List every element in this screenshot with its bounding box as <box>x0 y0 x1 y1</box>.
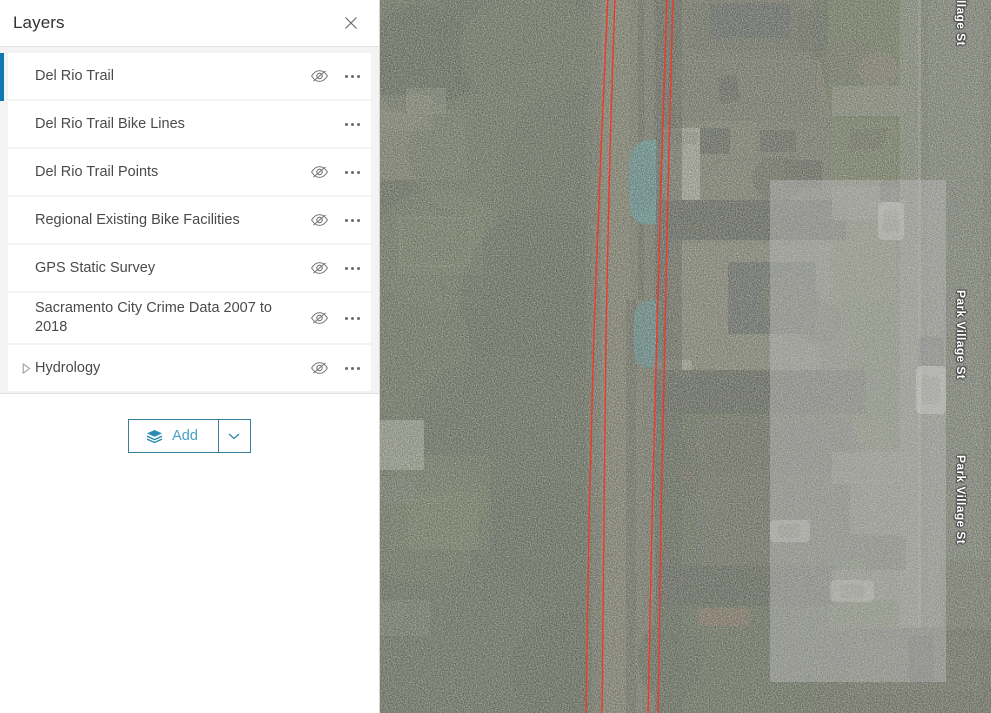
eye-slash-icon[interactable] <box>308 209 330 231</box>
layer-item[interactable]: GPS Static Survey <box>8 245 371 291</box>
layer-item-label: Sacramento City Crime Data 2007 to 2018 <box>35 300 272 335</box>
ellipsis-icon[interactable] <box>341 357 363 379</box>
layer-list: Del Rio Trail Del Rio Trail Bike Lines Del… <box>0 47 379 394</box>
ellipsis-dots <box>344 122 360 126</box>
eye-slash-icon[interactable] <box>308 161 330 183</box>
ellipsis-dots <box>344 170 360 174</box>
ellipsis-icon[interactable] <box>341 257 363 279</box>
layer-item-label: Hydrology <box>35 359 101 376</box>
expand-triangle-icon[interactable] <box>18 362 35 374</box>
ellipsis-dots <box>344 266 360 270</box>
eye-slash-icon[interactable] <box>308 257 330 279</box>
ellipsis-icon[interactable] <box>341 161 363 183</box>
add-layer-row: Add <box>0 394 379 453</box>
layer-item-actions <box>308 357 363 379</box>
page-title: Layers <box>13 13 65 32</box>
layers-stack-icon <box>146 429 163 444</box>
map-canvas[interactable]: llage St Park Village St Park Village St <box>380 0 991 713</box>
layer-item-actions <box>308 307 363 329</box>
layer-item[interactable]: Del Rio Trail Bike Lines <box>8 101 371 147</box>
chevron-down-icon <box>228 427 240 445</box>
eye-slash-icon[interactable] <box>308 357 330 379</box>
ellipsis-dots <box>344 316 360 320</box>
aerial-imagery <box>380 0 991 713</box>
application-root: Layers Del Rio Trail Del Rio Trail Bike L… <box>0 0 991 713</box>
layer-item-actions <box>308 257 363 279</box>
layer-item[interactable]: Regional Existing Bike Facilities <box>8 197 371 243</box>
ellipsis-dots <box>344 366 360 370</box>
layer-item[interactable]: Hydrology <box>8 345 371 391</box>
layer-item-actions <box>308 113 363 135</box>
layers-panel-header: Layers <box>0 0 379 47</box>
layer-item-actions <box>308 161 363 183</box>
layer-item-label: Del Rio Trail <box>35 67 114 84</box>
layer-item[interactable]: Del Rio Trail <box>0 53 371 101</box>
layer-item[interactable]: Sacramento City Crime Data 2007 to 2018 <box>8 293 371 343</box>
add-layer-button[interactable]: Add <box>129 420 218 452</box>
add-layer-dropdown-button[interactable] <box>217 420 250 452</box>
panel-empty-space <box>0 453 379 713</box>
layer-item-actions <box>308 65 363 87</box>
ellipsis-icon[interactable] <box>341 209 363 231</box>
layer-item-label: Del Rio Trail Points <box>35 163 159 180</box>
layers-panel: Layers Del Rio Trail Del Rio Trail Bike L… <box>0 0 380 713</box>
ellipsis-dots <box>344 218 360 222</box>
ellipsis-icon[interactable] <box>341 113 363 135</box>
eye-slash-icon[interactable] <box>308 65 330 87</box>
close-icon[interactable] <box>339 11 363 35</box>
layer-item[interactable]: Del Rio Trail Points <box>8 149 371 195</box>
ellipsis-icon[interactable] <box>341 65 363 87</box>
ellipsis-dots <box>344 74 360 78</box>
add-layer-label: Add <box>172 428 198 444</box>
layer-item-label: GPS Static Survey <box>35 259 156 276</box>
ellipsis-icon[interactable] <box>341 307 363 329</box>
layer-item-label: Regional Existing Bike Facilities <box>35 211 240 228</box>
add-button-group: Add <box>128 419 251 453</box>
layer-item-actions <box>308 209 363 231</box>
eye-slash-icon[interactable] <box>308 307 330 329</box>
layer-item-label: Del Rio Trail Bike Lines <box>35 115 185 132</box>
